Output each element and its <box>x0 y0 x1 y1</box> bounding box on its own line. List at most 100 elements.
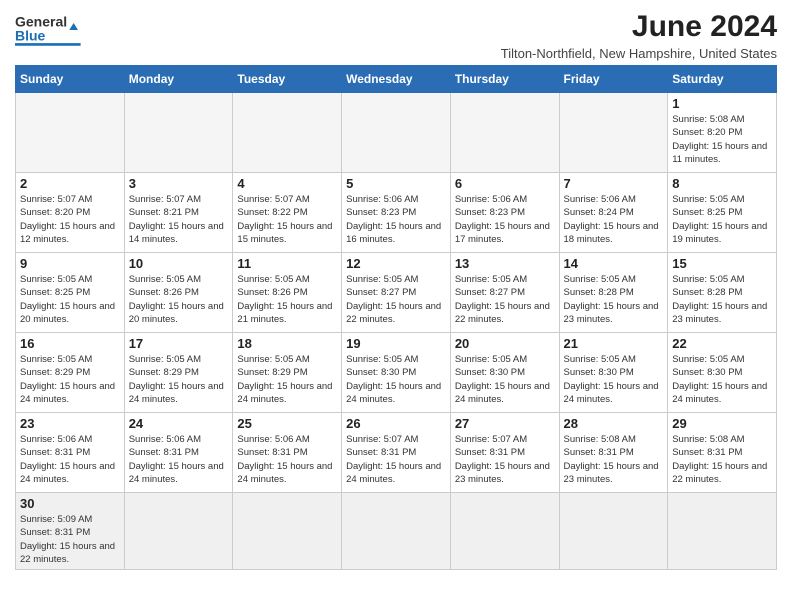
col-sunday: Sunday <box>16 66 125 93</box>
table-row <box>124 493 233 570</box>
day-number: 12 <box>346 256 446 271</box>
day-info: Sunrise: 5:09 AM Sunset: 8:31 PM Dayligh… <box>20 513 120 566</box>
calendar-week-row: 16Sunrise: 5:05 AM Sunset: 8:29 PM Dayli… <box>16 333 777 413</box>
table-row: 24 Sunrise: 5:06 AM Sunset: 8:31 PM Dayli… <box>124 413 233 493</box>
table-row: 3Sunrise: 5:07 AM Sunset: 8:21 PM Daylig… <box>124 173 233 253</box>
day-info: Sunrise: 5:08 AM Sunset: 8:31 PM Dayligh… <box>672 433 772 486</box>
svg-text:Blue: Blue <box>15 28 46 44</box>
day-number: 27 <box>455 416 555 431</box>
day-number: 15 <box>672 256 772 271</box>
table-row: 27Sunrise: 5:07 AM Sunset: 8:31 PM Dayli… <box>450 413 559 493</box>
calendar-week-row: 9Sunrise: 5:05 AM Sunset: 8:25 PM Daylig… <box>16 253 777 333</box>
day-info: Sunrise: 5:07 AM Sunset: 8:20 PM Dayligh… <box>20 193 120 246</box>
day-number: 5 <box>346 176 446 191</box>
table-row: 7 Sunrise: 5:06 AM Sunset: 8:24 PM Daylig… <box>559 173 668 253</box>
table-row <box>668 493 777 570</box>
day-number: 26 <box>346 416 446 431</box>
table-row <box>16 93 125 173</box>
table-row: 23 Sunrise: 5:06 AM Sunset: 8:31 PM Dayli… <box>16 413 125 493</box>
table-row: 21 Sunrise: 5:05 AM Sunset: 8:30 PM Dayli… <box>559 333 668 413</box>
day-number: 23 <box>20 416 120 431</box>
day-info: Sunrise: 5:05 AM Sunset: 8:28 PM Dayligh… <box>564 273 664 326</box>
table-row <box>124 93 233 173</box>
day-info: Sunrise: 5:08 AM Sunset: 8:31 PM Dayligh… <box>564 433 664 486</box>
day-number: 28 <box>564 416 664 431</box>
day-info: Sunrise: 5:05 AM Sunset: 8:30 PM Dayligh… <box>346 353 446 406</box>
day-info: Sunrise: 5:07 AM Sunset: 8:22 PM Dayligh… <box>237 193 337 246</box>
table-row: 18 Sunrise: 5:05 AM Sunset: 8:29 PM Dayli… <box>233 333 342 413</box>
calendar-header-row: Sunday Monday Tuesday Wednesday Thursday… <box>16 66 777 93</box>
table-row: 9Sunrise: 5:05 AM Sunset: 8:25 PM Daylig… <box>16 253 125 333</box>
table-row: 16Sunrise: 5:05 AM Sunset: 8:29 PM Dayli… <box>16 333 125 413</box>
day-number: 24 <box>129 416 229 431</box>
table-row <box>342 493 451 570</box>
table-row: 13Sunrise: 5:05 AM Sunset: 8:27 PM Dayli… <box>450 253 559 333</box>
table-row: 25Sunrise: 5:06 AM Sunset: 8:31 PM Dayli… <box>233 413 342 493</box>
table-row <box>559 493 668 570</box>
col-monday: Monday <box>124 66 233 93</box>
day-number: 17 <box>129 336 229 351</box>
day-info: Sunrise: 5:05 AM Sunset: 8:28 PM Dayligh… <box>672 273 772 326</box>
table-row: 10 Sunrise: 5:05 AM Sunset: 8:26 PM Dayli… <box>124 253 233 333</box>
day-info: Sunrise: 5:05 AM Sunset: 8:27 PM Dayligh… <box>346 273 446 326</box>
col-thursday: Thursday <box>450 66 559 93</box>
day-number: 14 <box>564 256 664 271</box>
day-info: Sunrise: 5:05 AM Sunset: 8:25 PM Dayligh… <box>672 193 772 246</box>
table-row: 26 Sunrise: 5:07 AM Sunset: 8:31 PM Dayli… <box>342 413 451 493</box>
calendar-week-row: 1 Sunrise: 5:08 AM Sunset: 8:20 PM Daylig… <box>16 93 777 173</box>
day-number: 9 <box>20 256 120 271</box>
day-number: 22 <box>672 336 772 351</box>
header: General Blue June 2024 Tilton-Northfield… <box>15 10 777 61</box>
day-info: Sunrise: 5:08 AM Sunset: 8:20 PM Dayligh… <box>672 113 772 166</box>
col-wednesday: Wednesday <box>342 66 451 93</box>
day-number: 11 <box>237 256 337 271</box>
table-row: 6Sunrise: 5:06 AM Sunset: 8:23 PM Daylig… <box>450 173 559 253</box>
col-saturday: Saturday <box>668 66 777 93</box>
table-row: 17 Sunrise: 5:05 AM Sunset: 8:29 PM Dayli… <box>124 333 233 413</box>
table-row: 2 Sunrise: 5:07 AM Sunset: 8:20 PM Daylig… <box>16 173 125 253</box>
day-number: 8 <box>672 176 772 191</box>
day-number: 10 <box>129 256 229 271</box>
day-info: Sunrise: 5:05 AM Sunset: 8:27 PM Dayligh… <box>455 273 555 326</box>
month-title: June 2024 <box>501 10 777 44</box>
day-info: Sunrise: 5:06 AM Sunset: 8:31 PM Dayligh… <box>20 433 120 486</box>
day-number: 1 <box>672 96 772 111</box>
day-info: Sunrise: 5:07 AM Sunset: 8:31 PM Dayligh… <box>346 433 446 486</box>
day-number: 3 <box>129 176 229 191</box>
day-number: 7 <box>564 176 664 191</box>
table-row: 12 Sunrise: 5:05 AM Sunset: 8:27 PM Dayli… <box>342 253 451 333</box>
table-row <box>450 93 559 173</box>
day-info: Sunrise: 5:06 AM Sunset: 8:24 PM Dayligh… <box>564 193 664 246</box>
table-row: 22 Sunrise: 5:05 AM Sunset: 8:30 PM Dayli… <box>668 333 777 413</box>
day-info: Sunrise: 5:05 AM Sunset: 8:30 PM Dayligh… <box>564 353 664 406</box>
day-number: 19 <box>346 336 446 351</box>
table-row: 5Sunrise: 5:06 AM Sunset: 8:23 PM Daylig… <box>342 173 451 253</box>
day-info: Sunrise: 5:05 AM Sunset: 8:30 PM Dayligh… <box>672 353 772 406</box>
day-info: Sunrise: 5:05 AM Sunset: 8:29 PM Dayligh… <box>129 353 229 406</box>
day-info: Sunrise: 5:05 AM Sunset: 8:26 PM Dayligh… <box>129 273 229 326</box>
day-number: 18 <box>237 336 337 351</box>
calendar-table: Sunday Monday Tuesday Wednesday Thursday… <box>15 65 777 570</box>
col-tuesday: Tuesday <box>233 66 342 93</box>
day-info: Sunrise: 5:05 AM Sunset: 8:30 PM Dayligh… <box>455 353 555 406</box>
table-row: 15 Sunrise: 5:05 AM Sunset: 8:28 PM Dayli… <box>668 253 777 333</box>
day-number: 6 <box>455 176 555 191</box>
table-row: 28 Sunrise: 5:08 AM Sunset: 8:31 PM Dayli… <box>559 413 668 493</box>
day-number: 20 <box>455 336 555 351</box>
day-number: 2 <box>20 176 120 191</box>
table-row <box>559 93 668 173</box>
day-number: 30 <box>20 496 120 511</box>
day-info: Sunrise: 5:05 AM Sunset: 8:26 PM Dayligh… <box>237 273 337 326</box>
table-row <box>450 493 559 570</box>
calendar-week-row: 23 Sunrise: 5:06 AM Sunset: 8:31 PM Dayli… <box>16 413 777 493</box>
table-row: 19 Sunrise: 5:05 AM Sunset: 8:30 PM Dayli… <box>342 333 451 413</box>
title-area: June 2024 Tilton-Northfield, New Hampshi… <box>501 10 777 61</box>
table-row <box>233 93 342 173</box>
col-friday: Friday <box>559 66 668 93</box>
day-info: Sunrise: 5:05 AM Sunset: 8:29 PM Dayligh… <box>237 353 337 406</box>
day-number: 21 <box>564 336 664 351</box>
logo-image: General Blue <box>15 10 85 50</box>
day-number: 29 <box>672 416 772 431</box>
day-info: Sunrise: 5:06 AM Sunset: 8:31 PM Dayligh… <box>129 433 229 486</box>
table-row <box>233 493 342 570</box>
